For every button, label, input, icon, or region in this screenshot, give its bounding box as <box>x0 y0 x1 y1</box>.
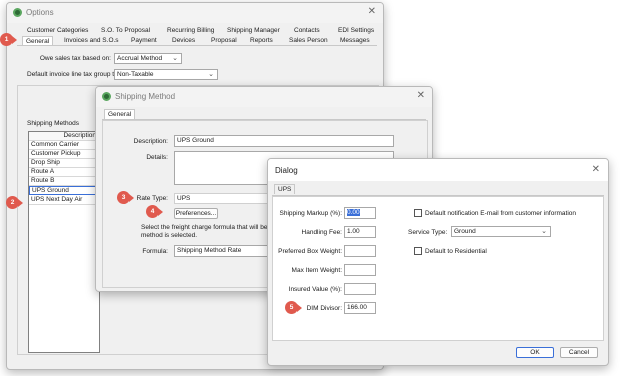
ok-button-label: OK <box>530 349 540 356</box>
dim-divisor-value: 166.00 <box>347 304 367 311</box>
shipping-methods-list[interactable]: Description Common Carrier Customer Pick… <box>28 131 100 353</box>
tab-reports[interactable]: Reports <box>250 37 273 44</box>
tab-messages[interactable]: Messages <box>340 37 370 44</box>
service-type-dropdown[interactable]: Ground ⌄ <box>451 226 551 237</box>
default-tax-group-value: Non-Taxable <box>117 71 154 78</box>
tab-contacts[interactable]: Contacts <box>294 27 320 34</box>
tab-so-to-proposal[interactable]: S.O. To Proposal <box>101 27 150 34</box>
list-item[interactable]: Route A <box>29 168 99 177</box>
callout-pointer <box>297 304 302 312</box>
details-label: Details: <box>146 154 168 161</box>
description-input[interactable]: UPS Ground <box>174 135 394 147</box>
tab-payment[interactable]: Payment <box>131 37 157 44</box>
dialog-titlebar: Dialog ✕ <box>268 159 608 181</box>
tab-general[interactable]: General <box>104 109 136 119</box>
callout-pointer <box>129 194 134 202</box>
list-item[interactable]: Drop Ship <box>29 159 99 168</box>
list-item[interactable]: Common Carrier <box>29 141 99 150</box>
shipping-markup-input[interactable]: 0.00 <box>344 207 376 219</box>
tab-strip-divider <box>17 45 377 46</box>
shipping-method-title: Shipping Method <box>115 92 176 101</box>
list-item-selected[interactable]: UPS Ground <box>29 186 99 195</box>
handling-fee-label: Handling Fee: <box>301 229 342 236</box>
dim-divisor-input[interactable]: 166.00 <box>344 302 376 314</box>
default-notification-checkbox[interactable] <box>414 209 422 217</box>
list-item[interactable]: Route B <box>29 177 99 186</box>
chevron-down-icon: ⌄ <box>172 55 178 62</box>
list-item-label: UPS Ground <box>32 187 69 194</box>
shipping-markup-label: Shipping Markup (%): <box>279 210 343 217</box>
tab-invoices-and-sos[interactable]: Invoices and S.O.s <box>64 37 119 44</box>
default-tax-group-dropdown[interactable]: Non-Taxable ⌄ <box>114 69 218 80</box>
list-item[interactable]: Customer Pickup <box>29 150 99 159</box>
tab-sales-person[interactable]: Sales Person <box>289 37 328 44</box>
app-icon <box>102 92 111 101</box>
list-item-label: Common Carrier <box>31 141 80 148</box>
shipping-markup-value: 0.00 <box>347 209 360 216</box>
callout-pointer <box>12 36 17 44</box>
tab-ups[interactable]: UPS <box>274 184 296 194</box>
tab-proposal[interactable]: Proposal <box>211 37 237 44</box>
service-type-label: Service Type: <box>408 229 448 236</box>
app-icon <box>13 8 22 17</box>
close-icon[interactable]: ✕ <box>417 90 425 102</box>
owe-sales-tax-label: Owe sales tax based on: <box>39 55 111 62</box>
chevron-down-icon: ⌄ <box>541 228 547 235</box>
tab-devices[interactable]: Devices <box>172 37 195 44</box>
list-item-label: Drop Ship <box>31 159 60 166</box>
default-tax-group-label: Default invoice line tax group to: <box>27 71 120 78</box>
list-item-label: Customer Pickup <box>31 150 81 157</box>
tab-recurring-billing[interactable]: Recurring Billing <box>167 27 214 34</box>
list-item-label: UPS Next Day Air <box>31 196 83 203</box>
cancel-button[interactable]: Cancel <box>560 347 598 358</box>
close-icon[interactable]: ✕ <box>368 6 376 18</box>
formula-label: Formula: <box>142 248 168 255</box>
help-text-line2: method is selected. <box>141 232 198 239</box>
callout-pointer <box>18 199 23 207</box>
list-header-description: Description <box>63 132 96 139</box>
list-header: Description <box>29 132 99 141</box>
dialog-title: Dialog <box>275 166 298 175</box>
list-item-label: Route A <box>31 168 55 175</box>
list-item-label: Route B <box>31 177 55 184</box>
max-item-weight-label: Max Item Weight: <box>291 267 342 274</box>
chevron-down-icon: ⌄ <box>208 71 214 78</box>
insured-value-label: Insured Value (%): <box>288 286 342 293</box>
callout-pointer <box>158 208 163 216</box>
handling-fee-input[interactable]: 1.00 <box>344 226 376 238</box>
formula-value: Shipping Method Rate <box>177 247 242 254</box>
close-icon[interactable]: ✕ <box>592 164 600 176</box>
tab-customer-categories[interactable]: Customer Categories <box>27 27 88 34</box>
owe-sales-tax-value: Accrual Method <box>117 55 163 62</box>
ups-dialog-window: Dialog ✕ UPS Shipping Markup (%): 0.00 H… <box>267 158 609 366</box>
tab-edi-settings[interactable]: EDI Settings <box>338 27 374 34</box>
default-notification-label: Default notification E-mail from custome… <box>425 210 577 217</box>
shipping-methods-label: Shipping Methods <box>27 120 80 127</box>
options-title: Options <box>26 8 54 17</box>
insured-value-input[interactable] <box>344 283 376 295</box>
ok-button[interactable]: OK <box>516 347 554 358</box>
max-item-weight-input[interactable] <box>344 264 376 276</box>
handling-fee-value: 1.00 <box>347 228 360 235</box>
default-residential-checkbox[interactable] <box>414 247 422 255</box>
owe-sales-tax-dropdown[interactable]: Accrual Method ⌄ <box>114 53 182 64</box>
tab-shipping-manager[interactable]: Shipping Manager <box>227 27 280 34</box>
default-residential-label: Default to Residential <box>425 248 487 255</box>
service-type-value: Ground <box>454 228 476 235</box>
preferred-box-weight-label: Preferred Box Weight: <box>278 248 342 255</box>
preferences-button-label: Preferences... <box>175 210 217 217</box>
description-label: Description: <box>133 138 168 145</box>
shipping-method-titlebar: Shipping Method ✕ <box>96 87 432 107</box>
list-item[interactable]: UPS Next Day Air <box>29 196 99 205</box>
cancel-button-label: Cancel <box>568 349 590 356</box>
options-titlebar: Options ✕ <box>7 3 383 23</box>
preferred-box-weight-input[interactable] <box>344 245 376 257</box>
description-value: UPS Ground <box>177 137 214 144</box>
preferences-button[interactable]: Preferences... <box>174 208 218 219</box>
help-text-line1: Select the freight charge formula that w… <box>141 224 284 231</box>
rate-type-value: UPS <box>177 195 191 202</box>
